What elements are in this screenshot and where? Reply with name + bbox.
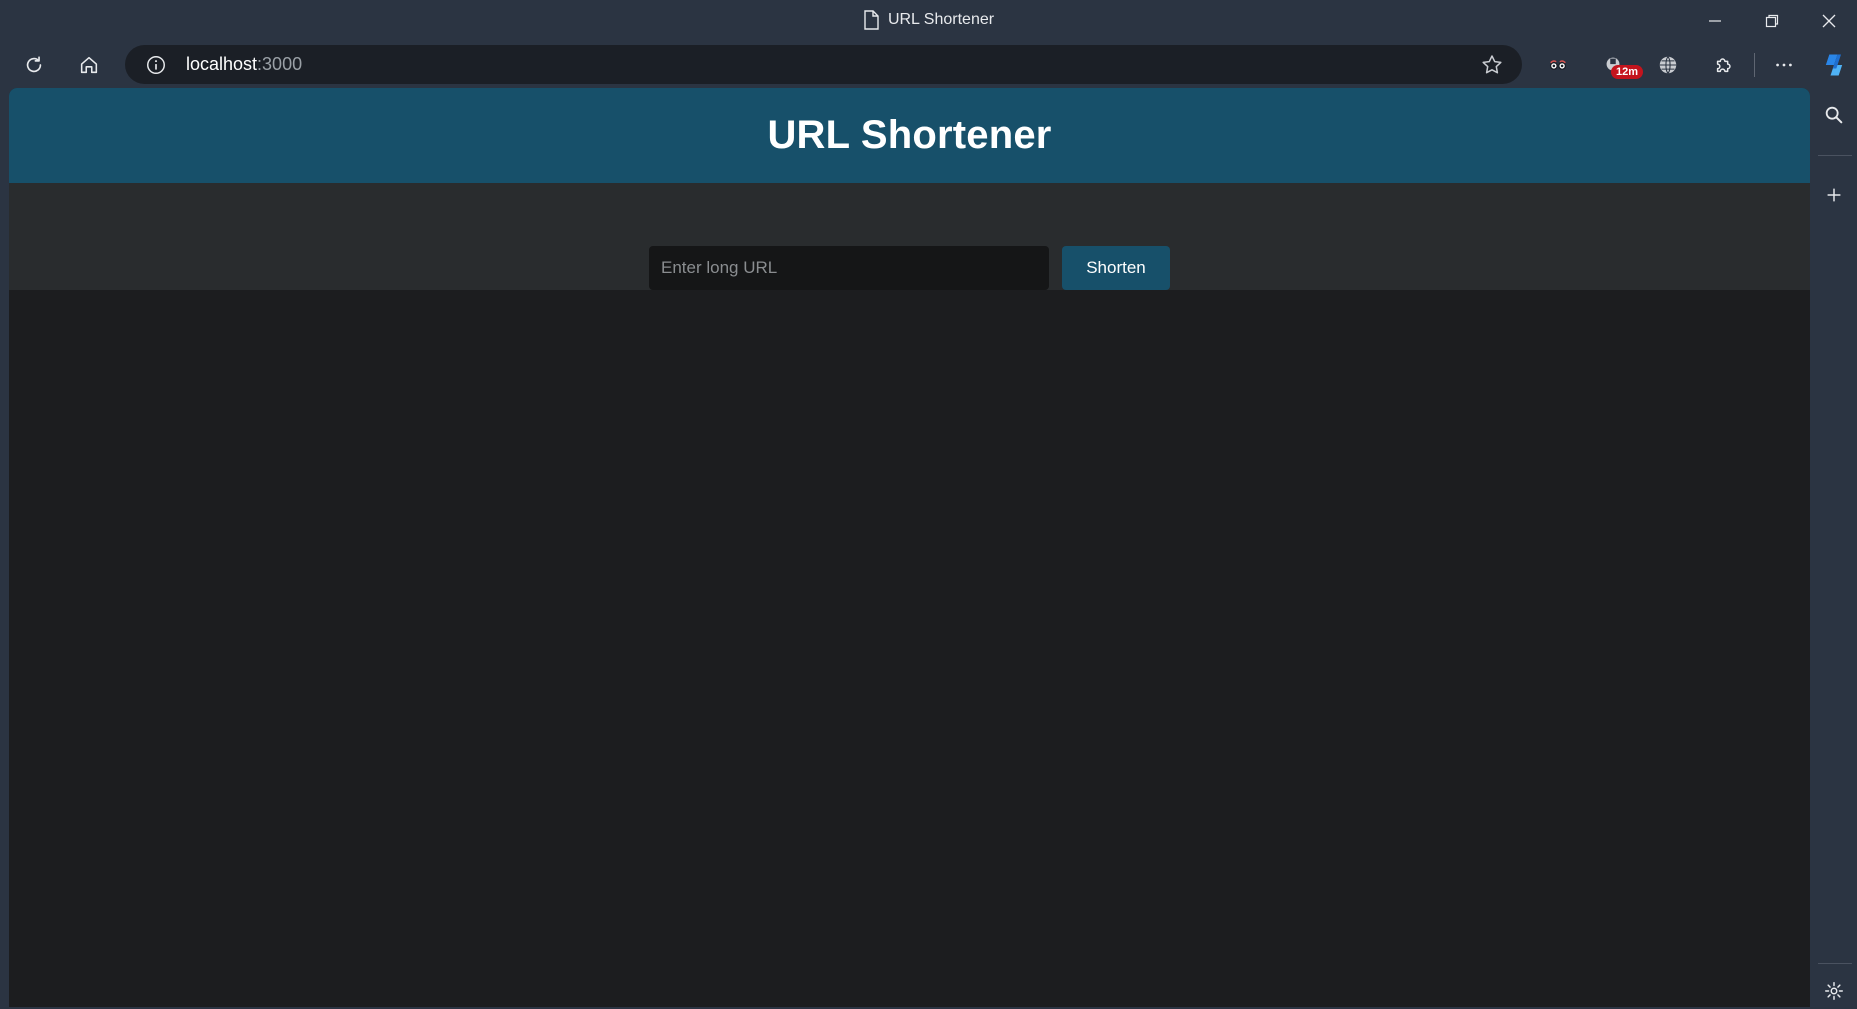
site-info-button[interactable] [145, 54, 167, 76]
gear-icon [1825, 982, 1843, 1000]
plus-icon [1827, 188, 1841, 202]
glasses-icon [1549, 60, 1567, 70]
shorten-button[interactable]: Shorten [1062, 246, 1170, 290]
globe-icon [1659, 56, 1677, 74]
reload-icon [26, 56, 42, 73]
address-port: :3000 [257, 54, 303, 74]
reload-button[interactable] [16, 47, 52, 83]
extension-globe-button[interactable] [1650, 47, 1686, 83]
window-titlebar: URL Shortener [0, 0, 1857, 41]
sidebar-search-button[interactable] [1816, 97, 1852, 133]
long-url-input[interactable] [649, 246, 1049, 290]
sidebar-settings-button[interactable] [1816, 973, 1852, 1009]
browser-sidebar [1810, 89, 1857, 1007]
address-text[interactable]: localhost:3000 [186, 54, 302, 75]
toolbar-divider [1754, 53, 1755, 77]
star-icon [1482, 55, 1502, 74]
address-bar[interactable]: localhost:3000 [125, 45, 1522, 84]
minimize-button[interactable] [1686, 0, 1743, 41]
app-header: URL Shortener [9, 88, 1810, 183]
restore-icon [1765, 14, 1778, 27]
more-icon [1776, 63, 1792, 67]
extension-timer-button[interactable]: 12m [1595, 47, 1644, 83]
search-icon [1825, 106, 1843, 124]
shorten-form: Shorten [9, 183, 1810, 290]
sidebar-divider-bottom [1818, 963, 1852, 964]
browser-toolbar: localhost:3000 12m [0, 41, 1857, 89]
info-icon [147, 56, 165, 74]
extension-badge: 12m [1611, 65, 1644, 79]
copilot-icon [1825, 54, 1843, 76]
close-icon [1822, 14, 1835, 27]
window-title-text: URL Shortener [887, 11, 995, 28]
sidebar-divider [1818, 155, 1852, 156]
page-document-icon [864, 10, 879, 30]
extension-glasses-button[interactable] [1540, 47, 1576, 83]
restore-button[interactable] [1743, 0, 1800, 41]
page-viewport: URL Shortener Shorten [9, 88, 1810, 1007]
more-menu-button[interactable] [1766, 47, 1802, 83]
address-host: localhost [186, 54, 258, 74]
minimize-icon [1708, 19, 1721, 22]
window-title: URL Shortener [0, 10, 1857, 30]
home-icon [80, 56, 98, 74]
extensions-button[interactable] [1706, 47, 1742, 83]
favorite-button[interactable] [1480, 53, 1504, 77]
close-button[interactable] [1800, 0, 1857, 41]
sidebar-add-button[interactable] [1816, 177, 1852, 213]
puzzle-icon [1716, 58, 1731, 73]
home-button[interactable] [71, 47, 107, 83]
copilot-button[interactable] [1816, 47, 1852, 83]
page-title: URL Shortener [767, 113, 1052, 157]
